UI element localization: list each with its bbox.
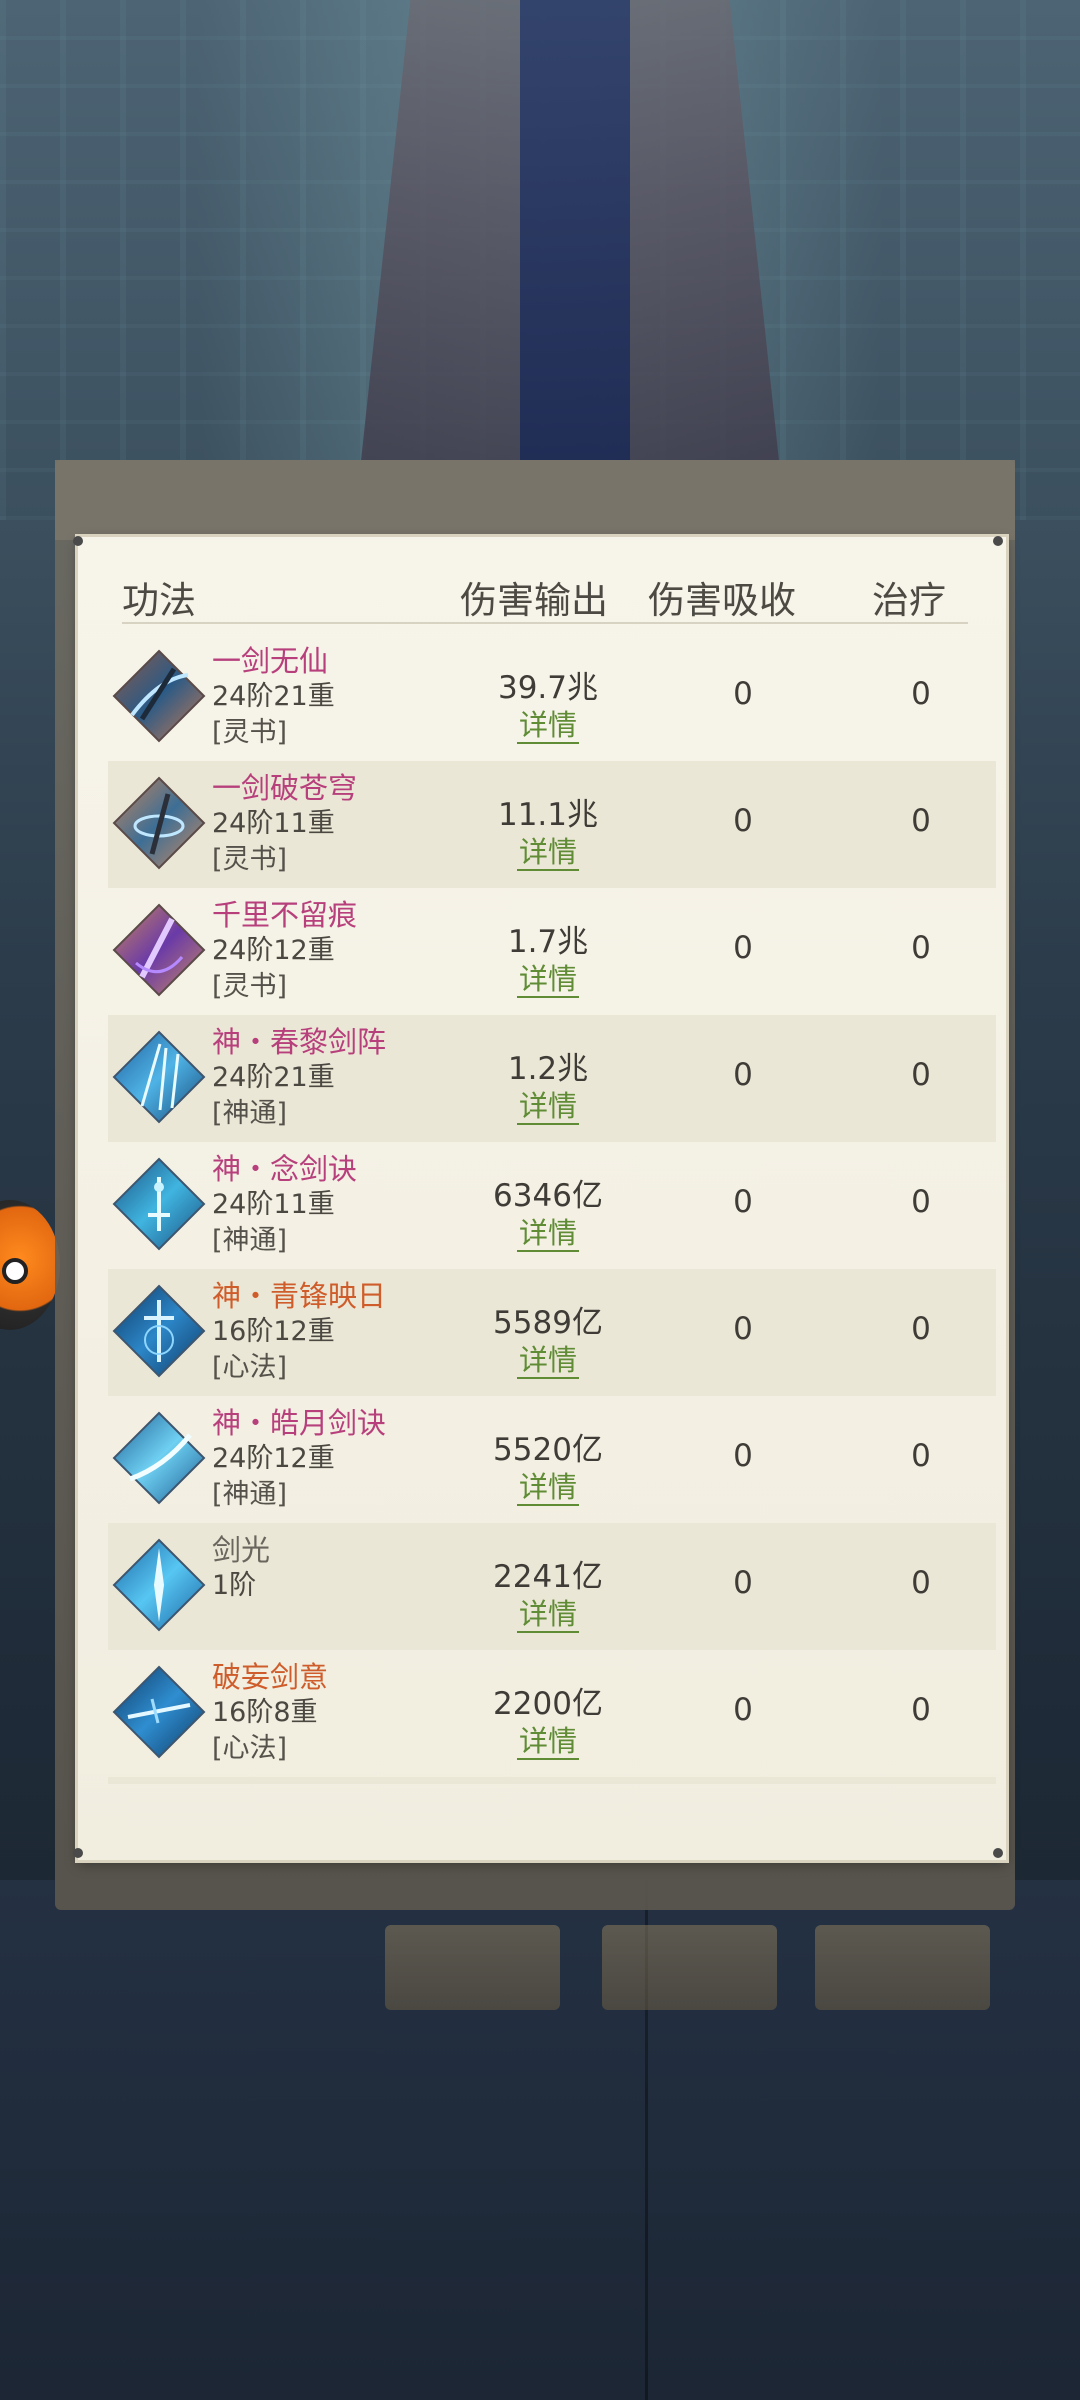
heal-value: 0	[911, 803, 931, 839]
corner-rivet	[993, 536, 1003, 546]
skill-row: 一剑无仙 24阶21重 [灵书] 39.7兆 详情 0 0	[108, 634, 996, 761]
skill-tier: 24阶21重	[212, 681, 335, 712]
heal-value: 0	[911, 1438, 931, 1474]
detail-link[interactable]: 详情	[443, 1337, 653, 1379]
detail-link[interactable]: 详情	[443, 1718, 653, 1760]
skill-tier: 24阶12重	[212, 1443, 335, 1474]
background-tab-2	[602, 1925, 777, 2010]
skill-tier: 24阶11重	[212, 808, 335, 839]
skill-row: 神・皓月剑诀 24阶12重 [神通] 5520亿 详情 0 0	[108, 1396, 996, 1523]
skill-row: 破妄剑意 16阶8重 [心法] 2200亿 详情 0 0	[108, 1650, 996, 1777]
skill-tier: 24阶12重	[212, 935, 335, 966]
sword-rain-icon	[112, 1157, 206, 1251]
skill-tier: 24阶11重	[212, 1189, 335, 1220]
skill-category: [神通]	[212, 1098, 288, 1129]
detail-link-label: 详情	[516, 708, 579, 744]
stats-table-header: 功法 伤害输出 伤害吸收 治疗	[122, 570, 968, 624]
detail-link[interactable]: 详情	[443, 829, 653, 871]
heal-value: 0	[911, 676, 931, 712]
detail-link-label: 详情	[516, 835, 579, 871]
heal-value: 0	[911, 1057, 931, 1093]
heal-value: 0	[911, 1311, 931, 1347]
detail-link-label: 详情	[516, 962, 579, 998]
damage-output-value: 6346亿	[493, 1178, 603, 1214]
detail-link[interactable]: 详情	[443, 702, 653, 744]
damage-absorb-value: 0	[733, 1057, 753, 1093]
skill-stats-list[interactable]: 一剑无仙 24阶21重 [灵书] 39.7兆 详情 0 0 一剑破苍穹 24阶1…	[108, 634, 996, 1784]
detail-link[interactable]: 详情	[443, 956, 653, 998]
damage-output-value: 2200亿	[493, 1686, 603, 1722]
crescent-slash-icon	[112, 1411, 206, 1505]
skill-category: [灵书]	[212, 717, 288, 748]
corner-rivet	[993, 1848, 1003, 1858]
background-tab-1	[385, 1925, 560, 2010]
background-tab-3	[815, 1925, 990, 2010]
background-character-sash	[520, 0, 630, 460]
skill-row: 神・春黎剑阵 24阶21重 [神通] 1.2兆 详情 0 0	[108, 1015, 996, 1142]
detail-link-label: 详情	[516, 1597, 579, 1633]
damage-absorb-value: 0	[733, 930, 753, 966]
skill-category: [灵书]	[212, 844, 288, 875]
corner-rivet	[73, 1848, 83, 1858]
sword-crest-icon	[112, 1284, 206, 1378]
skill-row: 神・念剑诀 24阶11重 [神通] 6346亿 详情 0 0	[108, 1142, 996, 1269]
detail-link-label: 详情	[516, 1724, 579, 1760]
sword-light-icon	[112, 1538, 206, 1632]
skill-category: [神通]	[212, 1479, 288, 1510]
detail-link-label: 详情	[516, 1089, 579, 1125]
header-damage-absorb: 伤害吸收	[648, 579, 796, 622]
purple-blade-icon	[112, 903, 206, 997]
heal-value: 0	[911, 1565, 931, 1601]
detail-link[interactable]: 详情	[443, 1591, 653, 1633]
skill-tier: 16阶12重	[212, 1316, 335, 1347]
heal-value: 0	[911, 1184, 931, 1220]
damage-absorb-value: 0	[733, 1184, 753, 1220]
skill-tier: 24阶21重	[212, 1062, 335, 1093]
skill-row: 神・青锋映日 16阶12重 [心法] 5589亿 详情 0 0	[108, 1269, 996, 1396]
damage-output-value: 1.2兆	[507, 1051, 589, 1087]
sword-intent-icon	[112, 1665, 206, 1759]
heal-value: 0	[911, 1692, 931, 1728]
skill-category: [灵书]	[212, 971, 288, 1002]
detail-link[interactable]: 详情	[443, 1083, 653, 1125]
detail-link-label: 详情	[516, 1343, 579, 1379]
damage-output-value: 1.7兆	[507, 924, 589, 960]
damage-output-value: 11.1兆	[497, 797, 599, 833]
sword-array-icon	[112, 1030, 206, 1124]
header-damage-output: 伤害输出	[460, 579, 608, 622]
detail-link-label: 详情	[516, 1216, 579, 1252]
next-row-peek	[108, 1777, 996, 1784]
damage-absorb-value: 0	[733, 803, 753, 839]
panel-frame-header	[55, 460, 1015, 540]
corner-rivet	[73, 536, 83, 546]
skill-tier: 1阶	[212, 1570, 257, 1601]
skill-row: 剑光 1阶 2241亿 详情 0 0	[108, 1523, 996, 1650]
detail-link[interactable]: 详情	[443, 1210, 653, 1252]
skill-category: [神通]	[212, 1225, 288, 1256]
damage-absorb-value: 0	[733, 1438, 753, 1474]
damage-output-value: 5520亿	[493, 1432, 603, 1468]
damage-output-value: 2241亿	[493, 1559, 603, 1595]
header-heal: 治疗	[872, 579, 946, 622]
header-skill: 功法	[122, 579, 196, 622]
detail-link[interactable]: 详情	[443, 1464, 653, 1506]
skill-category: [心法]	[212, 1352, 288, 1383]
damage-output-value: 39.7兆	[497, 670, 599, 706]
damage-absorb-value: 0	[733, 1565, 753, 1601]
skill-row: 一剑破苍穹 24阶11重 [灵书] 11.1兆 详情 0 0	[108, 761, 996, 888]
damage-absorb-value: 0	[733, 676, 753, 712]
skill-category: [心法]	[212, 1733, 288, 1764]
damage-absorb-value: 0	[733, 1692, 753, 1728]
skill-row: 千里不留痕 24阶12重 [灵书] 1.7兆 详情 0 0	[108, 888, 996, 1015]
sword-vortex-icon	[112, 776, 206, 870]
damage-output-value: 5589亿	[493, 1305, 603, 1341]
damage-absorb-value: 0	[733, 1311, 753, 1347]
pet-eye-icon	[2, 1258, 28, 1284]
heal-value: 0	[911, 930, 931, 966]
skill-tier: 16阶8重	[212, 1697, 318, 1728]
detail-link-label: 详情	[516, 1470, 579, 1506]
sword-slash-icon	[112, 649, 206, 743]
